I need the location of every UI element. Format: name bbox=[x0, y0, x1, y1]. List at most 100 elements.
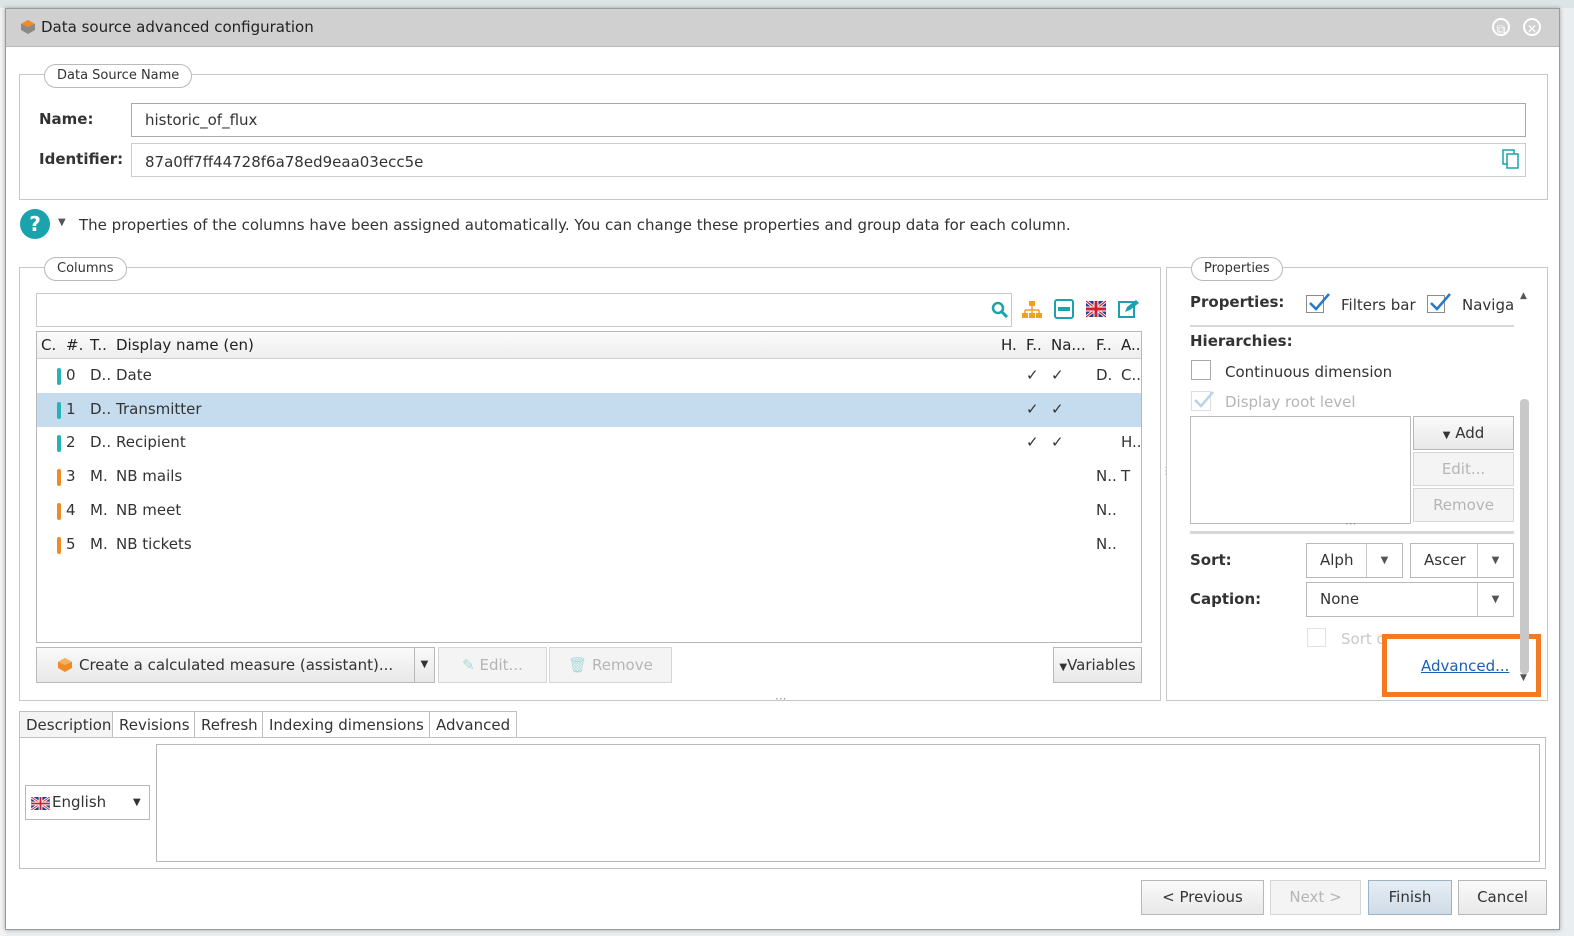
tab-advanced[interactable]: Advanced bbox=[429, 711, 518, 737]
create-calculated-measure-button[interactable]: Create a calculated measure (assistant).… bbox=[36, 647, 415, 683]
hierarchies-list[interactable] bbox=[1190, 416, 1411, 524]
table-row[interactable]: 0 D.. Date ✓ ✓ D. C.. bbox=[37, 359, 1141, 393]
row-type: M. bbox=[90, 467, 108, 485]
row-number: 3 bbox=[66, 467, 76, 485]
tab-description[interactable]: Description bbox=[19, 711, 119, 737]
description-textarea[interactable] bbox=[156, 744, 1540, 862]
sort-type-select[interactable]: Alph ▼ bbox=[1306, 543, 1403, 578]
row-number: 1 bbox=[66, 400, 76, 418]
table-row[interactable]: 5 M. NB tickets N.. bbox=[37, 528, 1141, 562]
chevron-down-icon[interactable]: ▼ bbox=[1366, 544, 1402, 577]
header-color[interactable]: C. bbox=[41, 332, 56, 358]
dialog-titlebar[interactable]: Data source advanced configuration ⧉ ✕ bbox=[6, 9, 1559, 47]
add-dropdown-icon: ▼ bbox=[1442, 430, 1451, 441]
variables-dropdown-icon: ▼ bbox=[1059, 662, 1068, 673]
sort-order-select[interactable]: Ascer ▼ bbox=[1410, 543, 1514, 578]
previous-button[interactable]: < Previous bbox=[1141, 880, 1264, 915]
create-measure-dropdown-button[interactable]: ▼ bbox=[414, 647, 435, 683]
horizontal-splitter-handle[interactable]: ··· bbox=[775, 693, 791, 705]
sort-caption-checkbox[interactable] bbox=[1307, 628, 1326, 647]
tab-revisions[interactable]: Revisions bbox=[112, 711, 197, 737]
row-type: M. bbox=[90, 535, 108, 553]
cancel-button[interactable]: Cancel bbox=[1458, 880, 1547, 915]
add-hierarchy-button[interactable]: ▼ Add bbox=[1413, 416, 1514, 450]
scroll-up-icon[interactable]: ▲ bbox=[1520, 291, 1527, 301]
header-f2[interactable]: F.. bbox=[1096, 332, 1112, 358]
restore-icon[interactable]: ⧉ bbox=[1492, 18, 1510, 36]
header-navigation[interactable]: Na... bbox=[1051, 332, 1086, 358]
language-value: English bbox=[52, 793, 107, 811]
help-toggle-icon[interactable]: ▼ bbox=[58, 217, 66, 228]
row-filter-check[interactable]: ✓ bbox=[1026, 359, 1039, 391]
hierarchies-label: Hierarchies: bbox=[1190, 332, 1293, 350]
search-icon[interactable] bbox=[991, 301, 1009, 319]
help-icon[interactable]: ? bbox=[19, 208, 51, 240]
row-navigation-check[interactable]: ✓ bbox=[1051, 359, 1064, 391]
row-aggregation: C.. bbox=[1121, 366, 1142, 384]
chevron-down-icon[interactable]: ▼ bbox=[1477, 544, 1513, 577]
dimension-color-bar bbox=[57, 402, 61, 419]
header-a[interactable]: A.. bbox=[1121, 332, 1141, 358]
advanced-link[interactable]: Advanced... bbox=[1421, 657, 1509, 675]
row-type: D.. bbox=[90, 400, 112, 418]
table-row-selected[interactable]: 1 D.. Transmitter ✓ ✓ bbox=[37, 393, 1141, 427]
column-search-input[interactable] bbox=[36, 293, 1012, 327]
row-number: 5 bbox=[66, 535, 76, 553]
checkmark-icon bbox=[1309, 293, 1330, 311]
caption-select[interactable]: None ▼ bbox=[1306, 582, 1514, 617]
list-resize-handle[interactable]: ··· bbox=[1345, 518, 1356, 530]
close-icon[interactable]: ✕ bbox=[1523, 18, 1541, 36]
table-row[interactable]: 4 M. NB meet N.. bbox=[37, 494, 1141, 528]
edit-hierarchy-button[interactable]: Edit... bbox=[1413, 452, 1514, 486]
language-flag-icon[interactable] bbox=[1086, 299, 1106, 319]
display-root-level-checkbox[interactable] bbox=[1191, 391, 1214, 411]
navigation-checkbox[interactable] bbox=[1427, 293, 1451, 313]
tab-refresh[interactable]: Refresh bbox=[194, 711, 265, 737]
chevron-down-icon[interactable]: ▼ bbox=[1477, 583, 1513, 616]
collapse-icon[interactable] bbox=[1054, 299, 1074, 319]
columns-table-header: C. #. T.. Display name (en) H. F.. Na...… bbox=[37, 332, 1141, 359]
table-row[interactable]: 3 M. NB mails N.. T bbox=[37, 460, 1141, 494]
header-f[interactable]: F.. bbox=[1026, 332, 1042, 358]
svg-text:?: ? bbox=[29, 212, 41, 236]
header-number[interactable]: #. bbox=[66, 332, 83, 358]
header-h[interactable]: H. bbox=[1001, 332, 1017, 358]
row-filter-check[interactable]: ✓ bbox=[1026, 393, 1039, 425]
sort-order-value: Ascer bbox=[1424, 551, 1466, 569]
row-number: 0 bbox=[66, 366, 76, 384]
tab-indexing-dimensions[interactable]: Indexing dimensions bbox=[262, 711, 431, 737]
table-row[interactable]: 2 D.. Recipient ✓ ✓ H.. bbox=[37, 426, 1142, 460]
remove-hierarchy-button[interactable]: Remove bbox=[1413, 488, 1514, 522]
name-label: Name: bbox=[39, 110, 94, 128]
filters-bar-checkbox[interactable] bbox=[1306, 293, 1330, 313]
advanced-config-dialog: Data source advanced configuration ⧉ ✕ D… bbox=[5, 8, 1560, 930]
copy-icon[interactable] bbox=[1502, 149, 1520, 169]
finish-button[interactable]: Finish bbox=[1368, 880, 1452, 915]
continuous-dimension-checkbox[interactable] bbox=[1191, 360, 1211, 380]
name-input[interactable]: historic_of_flux bbox=[131, 103, 1526, 137]
measure-color-bar bbox=[57, 503, 61, 520]
variables-button[interactable]: ▼Variables bbox=[1053, 647, 1142, 683]
row-format: D. bbox=[1096, 366, 1113, 384]
columns-legend: Columns bbox=[44, 257, 127, 281]
create-measure-label: Create a calculated measure (assistant).… bbox=[79, 656, 394, 674]
remove-measure-button[interactable]: 🗑 Remove bbox=[549, 647, 672, 683]
dimension-color-bar bbox=[57, 368, 61, 385]
vertical-splitter-handle[interactable]: ⋮ bbox=[1161, 467, 1171, 487]
bottom-tab-bar: Description Revisions Refresh Indexing d… bbox=[19, 711, 1546, 738]
next-button[interactable]: Next > bbox=[1270, 880, 1361, 915]
app-logo-icon bbox=[21, 20, 35, 34]
header-display-name[interactable]: Display name (en) bbox=[116, 332, 254, 358]
properties-scrollbar-thumb[interactable] bbox=[1520, 399, 1529, 674]
edit-measure-button[interactable]: ✎ Edit... bbox=[438, 647, 547, 683]
language-select[interactable]: English ▼ bbox=[25, 785, 150, 820]
row-navigation-check[interactable]: ✓ bbox=[1051, 426, 1064, 458]
row-navigation-check[interactable]: ✓ bbox=[1051, 393, 1064, 425]
hierarchy-icon[interactable] bbox=[1021, 300, 1043, 320]
scroll-down-icon[interactable]: ▼ bbox=[1520, 673, 1527, 683]
header-type[interactable]: T.. bbox=[90, 332, 107, 358]
row-filter-check[interactable]: ✓ bbox=[1026, 426, 1039, 458]
row-format: N.. bbox=[1096, 535, 1117, 553]
edit-icon[interactable] bbox=[1118, 299, 1140, 319]
trash-icon: 🗑 bbox=[568, 656, 588, 674]
